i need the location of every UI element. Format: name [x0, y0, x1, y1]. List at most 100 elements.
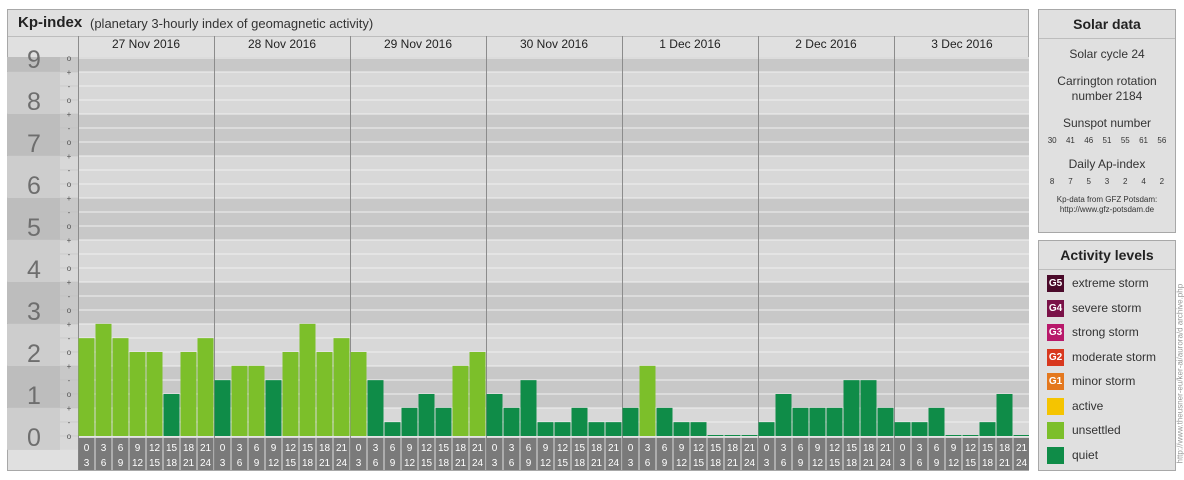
kp-bar [588, 422, 605, 436]
day-label: 27 Nov 2016 [112, 37, 180, 51]
hour-start-label: 9 [679, 443, 685, 454]
hour-end-label: 3 [84, 458, 90, 469]
activity-level-label: strong storm [1072, 325, 1139, 339]
hour-start-label: 12 [693, 443, 705, 454]
activity-level-item: G2 moderate storm [1047, 348, 1175, 367]
hour-end-label: 24 [472, 458, 484, 469]
minor-tick-label: o [67, 222, 72, 231]
hour-end-label: 18 [438, 458, 450, 469]
watermark-text: http://www.theusner-eu/ker-ai/aurora/d a… [1175, 283, 1184, 464]
kp-bar [282, 352, 299, 436]
hour-end-label: 15 [285, 458, 297, 469]
hour-start-label: 18 [455, 443, 467, 454]
hour-end-label: 15 [965, 458, 977, 469]
hour-start-label: 21 [200, 443, 212, 454]
kp-bar [656, 407, 673, 436]
minor-tick-label: - [68, 250, 71, 259]
kp-bar [367, 380, 384, 436]
hour-end-label: 15 [693, 458, 705, 469]
hour-start-label: 9 [815, 443, 821, 454]
activity-level-badge: G2 [1047, 348, 1064, 366]
kp-bar [95, 323, 112, 436]
hour-start-label: 6 [662, 443, 668, 454]
hour-end-label: 6 [781, 458, 787, 469]
hour-end-label: 21 [183, 458, 195, 469]
hour-start-label: 0 [356, 443, 362, 454]
hour-end-label: 21 [999, 458, 1011, 469]
minor-tick-label: o [67, 54, 72, 63]
kp-bar [945, 435, 962, 436]
minor-tick-label: o [67, 432, 72, 441]
hour-end-label: 9 [254, 458, 260, 469]
activity-level-badge: G5 [1047, 275, 1064, 292]
hour-start-label: 6 [798, 443, 804, 454]
activity-level-item: unsettled [1047, 422, 1175, 440]
minor-tick-label: + [67, 194, 72, 203]
hour-end-label: 18 [302, 458, 314, 469]
hour-start-label: 15 [438, 443, 450, 454]
y-tick-label: 0 [27, 424, 41, 452]
hour-end-label: 3 [628, 458, 634, 469]
hour-start-label: 15 [982, 443, 994, 454]
hour-end-label: 21 [455, 458, 467, 469]
hour-end-label: 18 [982, 458, 994, 469]
activity-level-label: moderate storm [1072, 349, 1157, 364]
data-source-label: Kp-data from GFZ Potsdam: [1056, 195, 1158, 204]
kp-bar [877, 407, 894, 436]
hour-end-label: 12 [676, 458, 688, 469]
kp-bar [775, 394, 792, 436]
sunspot-value: 51 [1102, 136, 1112, 145]
y-tick-label: 7 [27, 130, 41, 158]
day-label: 3 Dec 2016 [931, 37, 993, 51]
hour-start-label: 9 [271, 443, 277, 454]
hour-end-label: 21 [319, 458, 331, 469]
hour-start-label: 12 [965, 443, 977, 454]
hour-end-label: 6 [645, 458, 651, 469]
ap-value: 7 [1068, 177, 1073, 186]
kp-bar [792, 407, 809, 436]
kp-bar [690, 422, 707, 436]
hour-start-label: 12 [285, 443, 297, 454]
hour-start-label: 15 [574, 443, 586, 454]
activity-level-item: G5 extreme storm [1047, 275, 1175, 293]
minor-tick-label: o [67, 138, 72, 147]
data-source-link[interactable]: http://www.gfz-potsdam.de [1039, 205, 1175, 215]
minor-tick-label: + [67, 404, 72, 413]
hour-start-label: 21 [336, 443, 348, 454]
minor-tick-label: + [67, 362, 72, 371]
kp-bar [996, 394, 1013, 436]
kp-bar [265, 380, 282, 436]
hour-start-label: 15 [302, 443, 314, 454]
sunspot-value: 55 [1120, 136, 1130, 145]
minor-tick-label: - [68, 418, 71, 427]
hour-start-label: 18 [727, 443, 739, 454]
activity-level-label: extreme storm [1072, 276, 1149, 290]
ap-value: 8 [1049, 177, 1055, 186]
hour-end-label: 3 [764, 458, 770, 469]
hour-end-label: 6 [509, 458, 515, 469]
hour-end-label: 9 [798, 458, 804, 469]
hour-start-label: 3 [509, 443, 515, 454]
day-label: 1 Dec 2016 [659, 37, 721, 51]
activity-level-badge [1047, 446, 1064, 464]
kp-bar [860, 380, 877, 436]
kp-band [7, 113, 1029, 156]
hour-start-label: 0 [764, 443, 770, 454]
kp-bar [707, 435, 724, 436]
ap-value: 5 [1086, 177, 1091, 186]
kp-band [7, 239, 1029, 282]
chart-title: Kp-index [18, 14, 83, 31]
activity-level-label: severe storm [1072, 300, 1142, 315]
kp-bar [622, 407, 639, 436]
chart-subtitle: (planetary 3-hourly index of geomagnetic… [90, 16, 374, 31]
kp-bar [673, 422, 690, 436]
hour-start-label: 3 [917, 443, 923, 454]
activity-level-badge: G4 [1047, 299, 1064, 317]
y-tick-label: 5 [27, 214, 41, 242]
ap-value: 2 [1159, 177, 1165, 186]
day-label: 28 Nov 2016 [248, 37, 316, 51]
hour-start-label: 6 [934, 443, 940, 454]
kp-bar [724, 435, 741, 436]
hour-end-label: 18 [574, 458, 586, 469]
hour-end-label: 12 [268, 458, 280, 469]
